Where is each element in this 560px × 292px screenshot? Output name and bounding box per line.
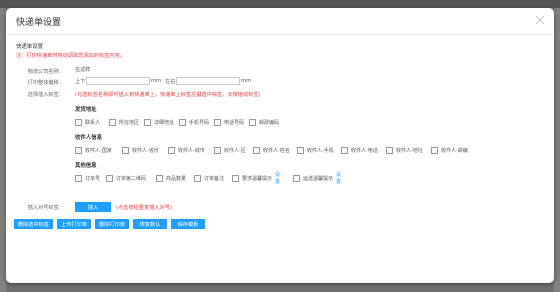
save-template-button[interactable]: 保存模板 — [171, 219, 205, 229]
checkbox-box[interactable] — [75, 118, 82, 126]
insert-check-label: 插入对号标签： — [27, 205, 64, 211]
print-note: 注：打印快递单时将动调取您添加的标签内容。 — [16, 53, 125, 59]
checkbox-recipient-phone[interactable]: 收件人-电话 — [341, 146, 378, 154]
checkbox-box[interactable] — [75, 146, 82, 154]
checkbox-label: 手机号码 — [189, 119, 210, 126]
checkbox-box[interactable] — [194, 174, 201, 182]
checkbox-required-tip[interactable]: 要求温馨提示 设置 — [232, 171, 280, 185]
required-tip-settings-link[interactable]: 设置 — [275, 171, 280, 185]
checkbox-label: 要求温馨提示 — [242, 175, 273, 182]
offset-top-input[interactable] — [86, 77, 150, 85]
offset-unit-1: mm — [151, 78, 162, 84]
insert-button[interactable]: 插入 — [75, 202, 111, 212]
checkbox-label: 订单备注 — [204, 175, 225, 182]
dialog-header: 快递单设置 — [6, 8, 554, 35]
offset-left-input[interactable] — [176, 77, 240, 85]
checkbox-label: 商品数量 — [166, 175, 187, 182]
group-title-recipient: 收件人信息 — [75, 135, 102, 141]
checkbox-box[interactable] — [156, 174, 163, 182]
checkbox-recipient-city[interactable]: 收件人-城市 — [168, 146, 205, 154]
checkbox-label: 邮政编码 — [259, 119, 280, 126]
checkbox-sender-mobile[interactable]: 手机号码 — [179, 118, 209, 126]
checkbox-label: 订单号 — [85, 175, 101, 182]
group-title-other: 其他信息 — [75, 163, 97, 169]
insert-tag-hint: (勾选标签名称即可插入到快递单上，快递单上标签左键选中标签，长按拖动标签) — [75, 92, 261, 98]
checkbox-recipient-name[interactable]: 收件人-姓名 — [253, 146, 290, 154]
checkbox-label: 所在地区 — [119, 119, 140, 126]
checkbox-label: 收件人-省份 — [132, 147, 159, 154]
checkbox-box[interactable] — [109, 118, 116, 126]
checkbox-label: 收件人-邮编 — [441, 147, 468, 154]
checkbox-box[interactable] — [168, 146, 175, 154]
checkbox-label: 电话号码 — [224, 119, 245, 126]
insert-check-hint: (点击按钮重复插入对号) — [116, 205, 172, 211]
checkbox-box[interactable] — [214, 118, 221, 126]
checkbox-recipient-zip[interactable]: 收件人-邮编 — [431, 146, 468, 154]
checkbox-box[interactable] — [122, 146, 129, 154]
checkbox-goods-qty[interactable]: 商品数量 — [156, 174, 186, 182]
group-title-sender: 发货地址 — [75, 107, 97, 113]
checkbox-sender-phone[interactable]: 电话号码 — [214, 118, 244, 126]
checkbox-order-qrcode[interactable]: 订单第二维码 — [106, 174, 146, 182]
checkbox-label: 联系人 — [85, 119, 101, 126]
checkbox-recipient-province[interactable]: 收件人-省份 — [122, 146, 159, 154]
offset-unit-2: mm — [241, 78, 252, 84]
insert-tag-label: 选择插入标签： — [27, 92, 64, 98]
checkbox-label: 运送温馨提示 — [303, 175, 334, 182]
checkbox-label: 收件人-电话 — [351, 147, 378, 154]
checkbox-label: 收件人-地址 — [396, 147, 423, 154]
checkbox-recipient-address[interactable]: 收件人-地址 — [386, 146, 423, 154]
checkbox-order-no[interactable]: 订单号 — [75, 174, 100, 182]
checkbox-label: 收件人-城市 — [178, 147, 205, 154]
checkbox-label: 收件人-国家 — [85, 147, 112, 154]
checkbox-label: 收件人-姓名 — [263, 147, 290, 154]
checkbox-box[interactable] — [75, 174, 82, 182]
restore-default-button[interactable]: 恢复默认 — [133, 219, 167, 229]
delete-print-sheet-button[interactable]: 删除打印单 — [95, 219, 129, 229]
checkbox-box[interactable] — [293, 174, 300, 182]
checkbox-box[interactable] — [232, 174, 239, 182]
upload-print-sheet-button[interactable]: 上传打印单 — [57, 219, 91, 229]
checkbox-recipient-country[interactable]: 收件人-国家 — [75, 146, 112, 154]
company-value: 在这样 — [75, 67, 91, 73]
checkbox-label: 收件人-手机 — [307, 147, 334, 154]
page-backdrop-right — [554, 8, 560, 292]
checkbox-label: 收件人-区 — [224, 147, 246, 154]
checkbox-order-remark[interactable]: 订单备注 — [194, 174, 224, 182]
delete-selected-tag-button[interactable]: 删除选中标签 — [14, 219, 53, 229]
checkbox-label: 详细地址 — [154, 119, 175, 126]
checkbox-sender-region[interactable]: 所在地区 — [109, 118, 139, 126]
checkbox-box[interactable] — [386, 146, 393, 154]
checkbox-box[interactable] — [431, 146, 438, 154]
checkbox-box[interactable] — [106, 174, 113, 182]
offset-label: 打印整体偏移： — [27, 80, 64, 86]
checkbox-sender-zip[interactable]: 邮政编码 — [249, 118, 279, 126]
shipping-tip-settings-link[interactable]: 设置 — [336, 171, 341, 185]
checkbox-sender-contact[interactable]: 联系人 — [75, 118, 100, 126]
section-title: 快递单设置 — [16, 44, 43, 50]
page-backdrop-top — [0, 0, 560, 8]
checkbox-shipping-tip[interactable]: 运送温馨提示 设置 — [293, 171, 341, 185]
checkbox-sender-address[interactable]: 详细地址 — [144, 118, 174, 126]
checkbox-recipient-district[interactable]: 收件人-区 — [214, 146, 246, 154]
company-label: 物流公司名称： — [27, 69, 64, 75]
express-settings-dialog: 快递单设置 快递单设置 注：打印快递单时将动调取您添加的标签内容。 物流公司名称… — [6, 8, 554, 283]
close-icon[interactable] — [535, 15, 545, 25]
checkbox-box[interactable] — [341, 146, 348, 154]
checkbox-box[interactable] — [297, 146, 304, 154]
checkbox-box[interactable] — [144, 118, 151, 126]
checkbox-recipient-mobile[interactable]: 收件人-手机 — [297, 146, 334, 154]
checkbox-box[interactable] — [249, 118, 256, 126]
checkbox-box[interactable] — [253, 146, 260, 154]
checkbox-label: 订单第二维码 — [116, 175, 147, 182]
checkbox-box[interactable] — [214, 146, 221, 154]
checkbox-box[interactable] — [179, 118, 186, 126]
dialog-title: 快递单设置 — [16, 18, 62, 28]
